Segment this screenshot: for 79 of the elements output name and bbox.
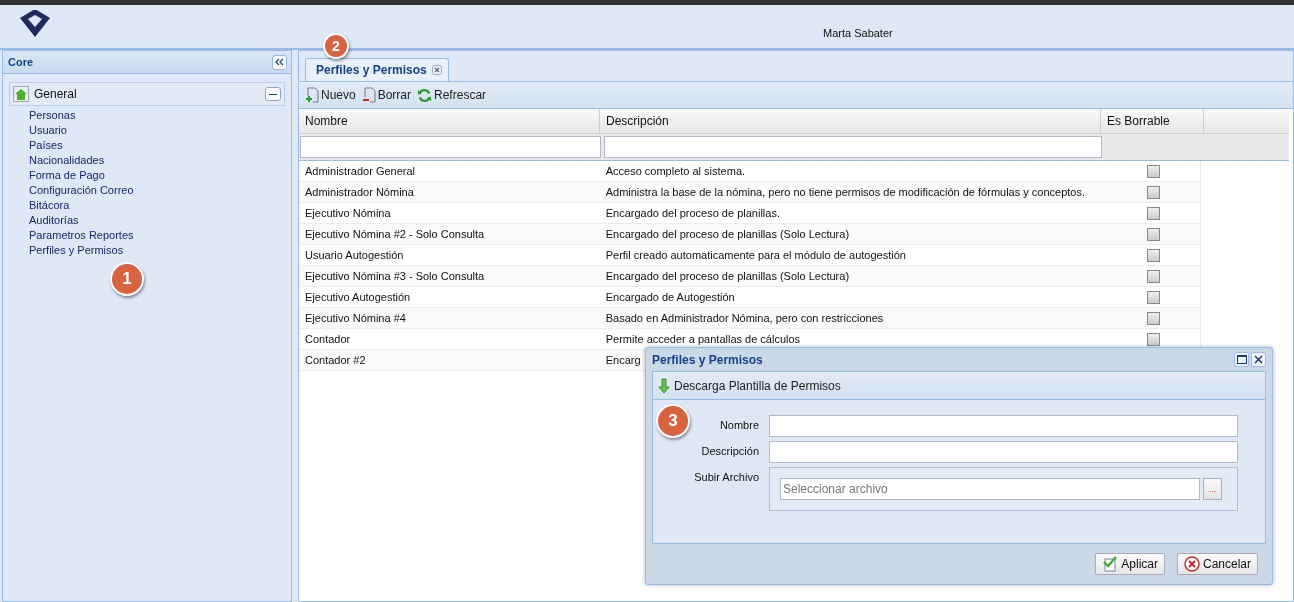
nav-link[interactable]: Usuario xyxy=(29,123,67,138)
delete-document-icon xyxy=(361,87,376,103)
group-label: General xyxy=(34,87,78,101)
table-cell: Administrador Nómina xyxy=(305,186,414,198)
table-cell: Administrador General xyxy=(305,165,416,177)
table-cell: Encargado del proceso de planillas (Solo Lectura) xyxy=(605,270,850,282)
panel-title: Core xyxy=(8,56,34,68)
table-cell: Ejecutivo Autogestión xyxy=(305,291,411,303)
close-icon[interactable] xyxy=(431,65,442,75)
user-name: Marta Sabater xyxy=(823,27,893,39)
nav-link[interactable]: Personas xyxy=(29,108,76,123)
filter-field[interactable] xyxy=(604,136,1102,158)
checkbox[interactable] xyxy=(1146,227,1160,241)
table-cell: Encargado del proceso de planillas. xyxy=(605,207,780,219)
cancel-icon xyxy=(1183,556,1200,572)
table-cell: Contador #2 xyxy=(305,354,366,366)
new-document-icon xyxy=(305,87,319,103)
table-cell: Ejecutivo Nómina #4 xyxy=(305,312,406,324)
nav-link[interactable]: Parametros Reportes xyxy=(29,228,134,243)
table-cell: Ejecutivo Nómina #2 - Solo Consulta xyxy=(305,228,485,240)
down-arrow-icon xyxy=(658,377,670,394)
checkbox[interactable] xyxy=(1146,164,1160,178)
callout-badge: 2 xyxy=(323,33,349,59)
table-cell: Encarg xyxy=(605,354,641,366)
collapse-toggle[interactable] xyxy=(265,87,281,101)
checkbox[interactable] xyxy=(1146,311,1160,325)
callout-badge: 3 xyxy=(656,404,690,438)
field-label: Descripción xyxy=(701,445,759,457)
field-label: Subir Archivo xyxy=(694,471,759,483)
table-cell: Encargado de Autogestión xyxy=(605,291,735,303)
nav-link[interactable]: Configuración Correo xyxy=(29,183,134,198)
dialog-title: Perfiles y Permisos xyxy=(652,352,763,367)
column-header[interactable]: Descripción xyxy=(600,109,1101,133)
table-cell: Ejecutivo Nómina #3 - Solo Consulta xyxy=(305,270,485,282)
refresh-button[interactable]: Refrescar xyxy=(415,87,489,103)
table-cell: Permite acceder a pantallas de cálculos xyxy=(605,333,801,345)
checkbox[interactable] xyxy=(1146,332,1160,346)
field-label: Nombre xyxy=(719,419,759,431)
table-cell: Basado en Administrador Nómina, pero con restricciones xyxy=(605,312,884,324)
refresh-icon xyxy=(417,87,433,103)
delete-button[interactable]: Borrar xyxy=(359,87,414,103)
table-cell: Administra la base de la nómina, pero no tiene permisos de modificación de fórmulas y conceptos. xyxy=(605,186,1086,198)
new-button[interactable]: Nuevo xyxy=(303,87,358,103)
check-document-icon xyxy=(1102,556,1119,572)
group-header[interactable]: General xyxy=(9,82,285,106)
nav-link[interactable]: Bitácora xyxy=(29,198,70,213)
table-cell: Encargado del proceso de planillas (Solo Lectura) xyxy=(605,228,850,240)
download-button[interactable]: Descarga Plantilla de Permisos xyxy=(653,377,846,394)
tab[interactable]: Perfiles y Permisos xyxy=(305,58,449,81)
double-chevron-icon xyxy=(275,58,284,66)
column-header[interactable]: Es Borrable xyxy=(1101,109,1204,133)
collapse-button[interactable] xyxy=(272,54,287,70)
home-icon xyxy=(13,86,29,102)
table-cell: Usuario Autogestión xyxy=(305,249,404,261)
column-header[interactable]: Nombre xyxy=(299,109,600,133)
checkbox[interactable] xyxy=(1146,269,1160,283)
apply-button[interactable]: Aplicar xyxy=(1095,553,1165,575)
filter-field[interactable] xyxy=(300,136,601,158)
browse-button[interactable]: ... xyxy=(1203,478,1222,500)
file-field[interactable]: Seleccionar archivo xyxy=(780,478,1200,500)
nav-link[interactable]: Auditorías xyxy=(29,213,79,228)
nav-link[interactable]: Países xyxy=(29,138,63,153)
table-cell: Ejecutivo Nómina xyxy=(305,207,391,219)
nav-link[interactable]: Nacionalidades xyxy=(29,153,105,168)
table-cell: Perfil creado automaticamente para el módulo de autogestión xyxy=(605,249,906,261)
cancel-button[interactable]: Cancelar xyxy=(1176,553,1258,575)
close-button[interactable] xyxy=(1251,352,1266,367)
text-field[interactable] xyxy=(769,441,1238,463)
maximize-button[interactable] xyxy=(1234,352,1249,367)
checkbox[interactable] xyxy=(1146,290,1160,304)
text-field[interactable] xyxy=(769,415,1238,437)
nav-link[interactable]: Forma de Pago xyxy=(29,168,105,183)
table-cell: Contador xyxy=(305,333,351,345)
nav-link[interactable]: Perfiles y Permisos xyxy=(29,243,124,258)
checkbox[interactable] xyxy=(1146,185,1160,199)
checkbox[interactable] xyxy=(1146,248,1160,262)
logo-icon xyxy=(18,9,52,38)
table-cell: Acceso completo al sistema. xyxy=(605,165,746,177)
checkbox[interactable] xyxy=(1146,206,1160,220)
